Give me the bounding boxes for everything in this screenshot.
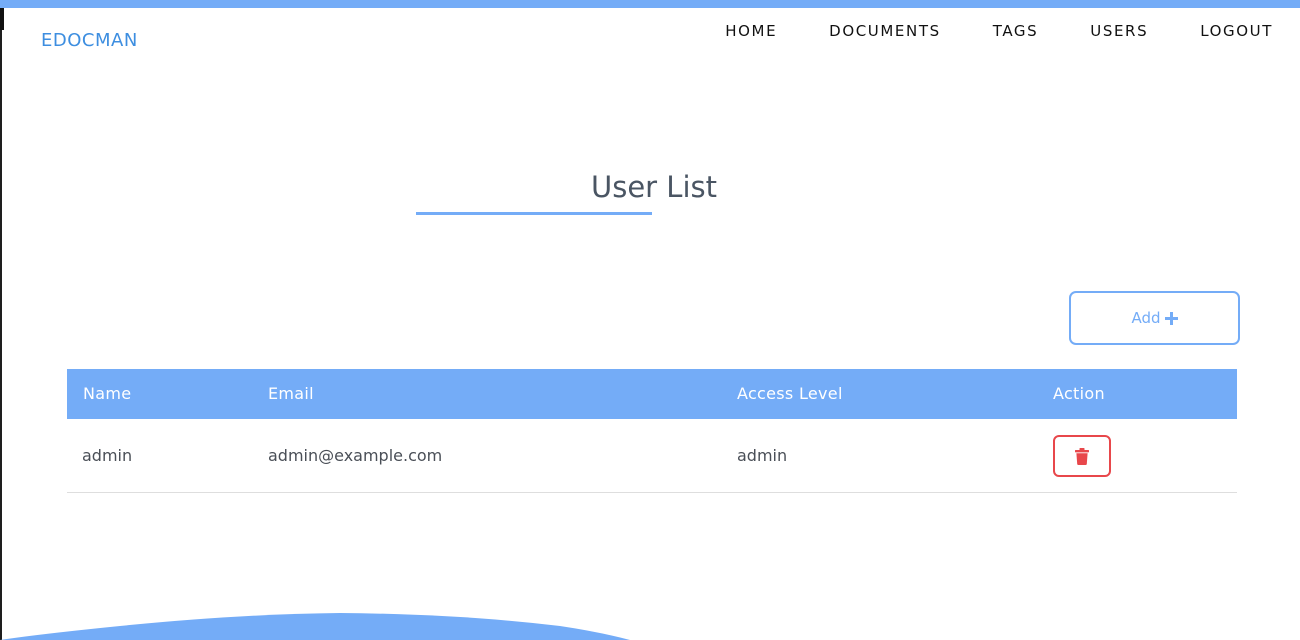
brand-logo[interactable]: EDOCMAN [41, 30, 138, 52]
user-table: Name Email Access Level Action admin adm… [67, 369, 1237, 493]
cell-access-level: admin [737, 446, 788, 465]
nav-item-home[interactable]: HOME [725, 20, 777, 42]
trash-icon [1075, 447, 1089, 465]
top-accent-bar [0, 0, 1300, 8]
title-underline [416, 212, 652, 215]
main-nav: HOME DOCUMENTS TAGS USERS LOGOUT [673, 20, 1273, 42]
nav-item-users[interactable]: USERS [1090, 20, 1148, 42]
page-title: User List [590, 170, 717, 204]
window-edge [0, 0, 2, 640]
cell-name: admin [82, 446, 133, 465]
column-header-email: Email [268, 384, 314, 403]
nav-item-documents[interactable]: DOCUMENTS [829, 20, 941, 42]
column-header-action: Action [1053, 384, 1105, 403]
delete-user-button[interactable] [1053, 435, 1111, 477]
column-header-name: Name [83, 384, 132, 403]
page: EDOCMAN HOME DOCUMENTS TAGS USERS LOGOUT… [0, 0, 1300, 640]
cell-email: admin@example.com [268, 446, 443, 465]
table-header: Name Email Access Level Action [67, 369, 1237, 419]
add-button-label: Add [1131, 309, 1161, 327]
nav-item-logout[interactable]: LOGOUT [1200, 20, 1273, 42]
add-user-button[interactable]: Add [1069, 291, 1240, 345]
plus-icon [1164, 311, 1178, 325]
nav-item-tags[interactable]: TAGS [993, 20, 1039, 42]
table-row: admin admin@example.com admin [67, 419, 1237, 493]
footer-wave [0, 613, 630, 640]
column-header-access-level: Access Level [737, 384, 843, 403]
